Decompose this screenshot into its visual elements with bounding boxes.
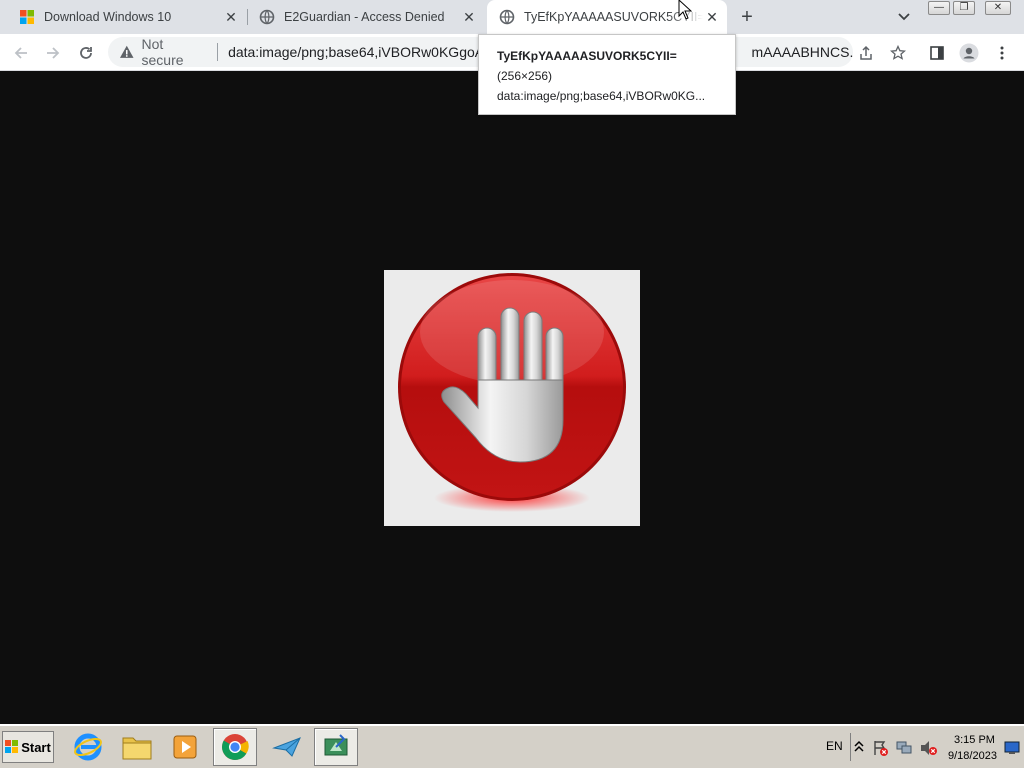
new-tab-button[interactable]: +	[737, 7, 757, 27]
profile-button[interactable]	[958, 42, 980, 64]
start-label: Start	[21, 739, 51, 755]
tab-hover-card: TyEfKpYAAAAASUVORK5CYII= (256×256) data:…	[478, 34, 736, 115]
taskbar-remote-app[interactable]	[314, 728, 358, 766]
menu-button[interactable]	[991, 42, 1013, 64]
file-explorer-icon	[122, 737, 152, 760]
url-left: data:image/png;base64,iVBORw0KGgoAA	[228, 44, 494, 60]
taskbar: Start EN 3:15 PM 9/18/2023	[0, 724, 1024, 768]
internet-explorer-icon	[74, 733, 102, 761]
windows-flag-icon	[5, 740, 19, 753]
tab-title: E2Guardian - Access Denied	[284, 10, 445, 24]
minimize-button[interactable]: —	[928, 1, 950, 15]
taskbar-internet-explorer[interactable]	[66, 728, 110, 766]
tab-download-windows[interactable]: Download Windows 10 ✕	[0, 0, 246, 34]
taskbar-media-player[interactable]	[163, 728, 207, 766]
hover-card-dimensions: (256×256)	[497, 69, 553, 83]
url-right: mAAAABHNCS...	[751, 44, 853, 60]
taskbar-chrome[interactable]	[213, 728, 257, 766]
volume-muted-icon[interactable]	[920, 740, 938, 756]
maximize-button[interactable]: ❐	[953, 1, 975, 15]
mouse-cursor-icon	[678, 0, 692, 20]
clock-date[interactable]: 9/18/2023	[948, 750, 997, 762]
hover-card-url: data:image/png;base64,iVBORw0KG...	[497, 89, 706, 103]
taskbar-paper-plane-app[interactable]	[265, 728, 309, 766]
media-player-icon	[173, 735, 197, 759]
side-panel-icon	[930, 46, 944, 60]
reload-icon	[80, 47, 92, 59]
globe-icon	[259, 9, 275, 25]
close-icon[interactable]: ✕	[460, 8, 478, 26]
arrow-right-icon	[47, 47, 60, 59]
close-icon[interactable]: ✕	[703, 8, 721, 26]
close-icon[interactable]: ✕	[222, 8, 240, 26]
show-desktop-icon[interactable]	[1004, 741, 1020, 755]
tab-title: TyEfKpYAAAAASUVORK5CYII=	[524, 10, 703, 24]
reload-button[interactable]	[75, 42, 97, 64]
tray-divider	[850, 733, 851, 761]
clock-time[interactable]: 3:15 PM	[954, 734, 995, 746]
warning-icon[interactable]	[119, 44, 135, 60]
forward-button[interactable]	[42, 42, 64, 64]
divider	[217, 43, 219, 61]
share-icon	[860, 45, 872, 60]
start-button[interactable]: Start	[2, 731, 54, 763]
share-button[interactable]	[855, 42, 877, 64]
arrow-left-icon	[14, 47, 27, 59]
network-icon[interactable]	[896, 740, 912, 756]
star-icon	[890, 45, 906, 60]
bookmark-button[interactable]	[887, 42, 909, 64]
back-button[interactable]	[10, 42, 32, 64]
tab-strip: Download Windows 10 ✕ E2Guardian - Acces…	[0, 0, 1024, 34]
action-center-flag-icon[interactable]	[872, 740, 888, 756]
tab-search-chevron-icon[interactable]	[896, 10, 912, 24]
globe-icon	[499, 9, 515, 25]
profile-icon	[959, 43, 979, 63]
windows-logo-icon	[20, 10, 34, 24]
page-content	[0, 71, 1024, 724]
tab-e2guardian[interactable]: E2Guardian - Access Denied ✕	[240, 0, 484, 34]
stop-hand-icon	[398, 273, 626, 512]
paper-plane-icon	[272, 737, 301, 757]
show-hidden-icons-chevron-icon[interactable]	[854, 739, 864, 753]
tab-title: Download Windows 10	[44, 10, 172, 24]
more-vert-icon	[1000, 46, 1004, 60]
language-indicator[interactable]: EN	[826, 739, 843, 753]
hover-card-title: TyEfKpYAAAAASUVORK5CYII=	[497, 49, 677, 63]
security-label[interactable]: Not secure	[142, 36, 208, 68]
chrome-icon	[222, 734, 249, 760]
remote-app-icon	[324, 734, 348, 756]
side-panel-button[interactable]	[926, 42, 948, 64]
close-window-button[interactable]: ✕	[985, 1, 1011, 15]
taskbar-file-explorer[interactable]	[115, 728, 159, 766]
image-viewer[interactable]	[384, 270, 640, 526]
